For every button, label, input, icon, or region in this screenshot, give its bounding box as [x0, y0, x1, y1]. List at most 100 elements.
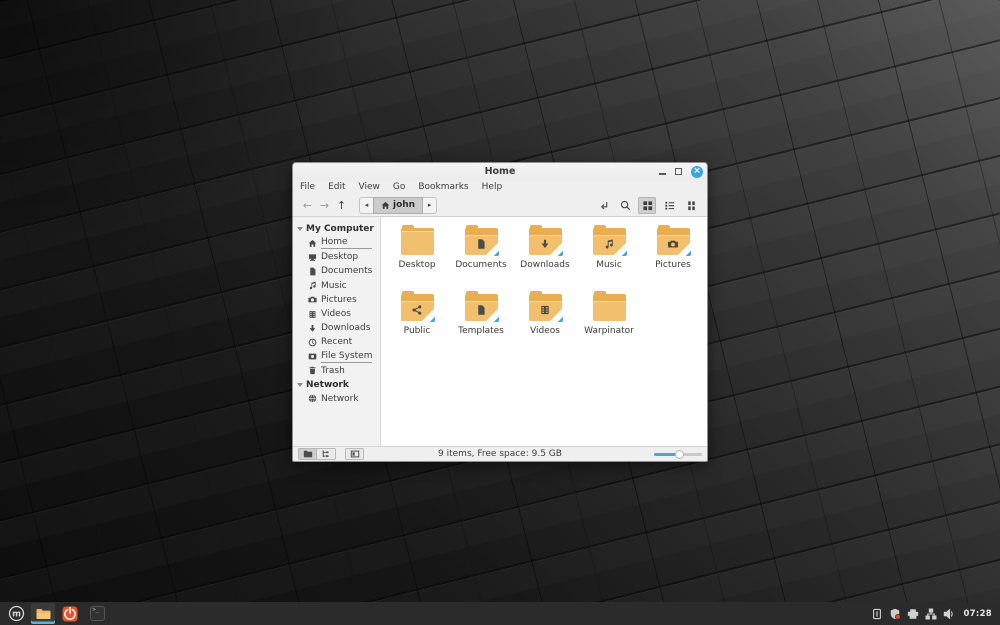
file-view[interactable]: Desktop Documents Downloads Music Pictur…	[381, 217, 707, 446]
compact-view-icon	[686, 200, 697, 211]
sidebar-item-network[interactable]: Network	[293, 392, 380, 406]
back-arrow-icon[interactable]: ←	[299, 199, 316, 212]
toggle-sidebar-icon	[350, 449, 360, 459]
corner-stripe	[549, 242, 563, 256]
up-arrow-icon[interactable]: ↑	[333, 199, 350, 212]
sidebar-item-documents[interactable]: Documents	[293, 264, 380, 278]
file-item-downloads[interactable]: Downloads	[513, 223, 577, 289]
home-icon	[308, 239, 317, 248]
collapse-triangle-icon	[297, 382, 303, 387]
file-label: Templates	[458, 326, 504, 336]
search-button[interactable]	[616, 197, 634, 214]
menu-go[interactable]: Go	[393, 182, 405, 192]
home-icon	[381, 201, 390, 210]
file-item-templates[interactable]: Templates	[449, 289, 513, 355]
corner-stripe	[485, 242, 499, 256]
corner-stripe	[485, 308, 499, 322]
grid-view-button[interactable]	[638, 196, 656, 214]
menu-help[interactable]: Help	[482, 182, 503, 192]
collapse-triangle-icon	[297, 227, 303, 231]
maximize-button[interactable]	[675, 168, 682, 175]
show-places-button[interactable]	[298, 448, 317, 460]
minimize-button[interactable]	[659, 173, 666, 175]
file-item-public[interactable]: Public	[385, 289, 449, 355]
sidebar-item-videos[interactable]: Videos	[293, 307, 380, 321]
sidebar-item-music[interactable]: Music	[293, 279, 380, 293]
document-icon	[308, 267, 317, 276]
toggle-location-bar-button[interactable]	[594, 197, 612, 214]
file-item-music[interactable]: Music	[577, 223, 641, 289]
mint-menu-button[interactable]: m	[4, 602, 28, 625]
list-view-button[interactable]	[660, 197, 678, 214]
menu-view[interactable]: View	[359, 182, 380, 192]
download-icon	[308, 324, 317, 333]
file-item-videos[interactable]: Videos	[513, 289, 577, 355]
breadcrumb: ◂ john ▸	[359, 196, 438, 214]
show-treeview-button[interactable]	[317, 448, 336, 460]
sidebar-section-my-computer[interactable]: My Computer	[293, 222, 380, 236]
menu-bookmarks[interactable]: Bookmarks	[418, 182, 468, 192]
printer-icon[interactable]	[907, 608, 919, 620]
sidebar-item-downloads[interactable]: Downloads	[293, 321, 380, 335]
sidebar-item-label: Pictures	[321, 294, 357, 305]
file-label: Documents	[455, 260, 507, 270]
breadcrumb-prev-icon[interactable]: ◂	[359, 196, 373, 214]
taskbar: m >_ 07:28	[0, 602, 1000, 625]
sidebar-item-recent[interactable]: Recent	[293, 335, 380, 349]
globe-icon	[308, 394, 317, 403]
forward-arrow-icon[interactable]: →	[316, 199, 333, 212]
folder-icon	[400, 225, 434, 255]
system-report-icon[interactable]	[871, 608, 883, 620]
section-label: My Computer	[306, 224, 374, 234]
sidebar-item-label: Desktop	[321, 252, 359, 263]
menu-file[interactable]: File	[300, 182, 315, 192]
breadcrumb-next-icon[interactable]: ▸	[423, 196, 438, 214]
sidebar-item-label: Documents	[321, 266, 373, 277]
sidebar-section-network[interactable]: Network	[293, 378, 380, 392]
sidebar-item-file-system[interactable]: File System	[293, 350, 380, 364]
corner-stripe	[549, 308, 563, 322]
desktop-icon	[308, 253, 317, 262]
list-view-icon	[664, 200, 675, 211]
disk-icon	[308, 352, 317, 361]
zoom-slider[interactable]	[654, 449, 702, 459]
camera-icon	[308, 295, 317, 304]
folder-icon	[528, 291, 563, 322]
film-icon	[308, 310, 317, 319]
sidebar-item-label: Music	[321, 280, 347, 291]
sidebar-item-trash[interactable]: Trash	[293, 364, 380, 378]
titlebar[interactable]: Home ×	[293, 163, 707, 180]
corner-stripe	[677, 242, 691, 256]
toggle-sidebar-button[interactable]	[345, 448, 364, 460]
volume-icon[interactable]	[943, 608, 955, 620]
close-button[interactable]: ×	[691, 165, 703, 178]
window-title: Home	[484, 166, 516, 177]
folder-icon	[528, 225, 563, 256]
file-item-documents[interactable]: Documents	[449, 223, 513, 289]
sidebar-item-desktop[interactable]: Desktop	[293, 250, 380, 264]
breadcrumb-home-button[interactable]: john	[373, 196, 424, 214]
sidebar-item-home[interactable]: Home	[293, 236, 380, 250]
section-label: Network	[306, 379, 349, 390]
taskbar-app-power-orange[interactable]	[58, 603, 82, 624]
slider-handle[interactable]	[675, 449, 684, 459]
sidebar-item-label: Network	[321, 393, 359, 404]
file-item-pictures[interactable]: Pictures	[641, 223, 705, 289]
clock[interactable]: 07:28	[963, 609, 992, 619]
system-tray: 07:28	[871, 608, 996, 620]
file-item-desktop[interactable]: Desktop	[385, 223, 449, 289]
update-shield-icon[interactable]	[889, 608, 902, 620]
sidebar-item-label: File System	[321, 350, 373, 363]
desktop[interactable]: Home × File Edit View Go Bookmarks Help …	[0, 0, 1000, 625]
file-item-warpinator[interactable]: Warpinator	[577, 289, 641, 355]
file-label: Desktop	[398, 260, 436, 270]
menubar: File Edit View Go Bookmarks Help	[293, 180, 707, 194]
menu-edit[interactable]: Edit	[328, 182, 345, 192]
folder-app-icon	[35, 606, 51, 622]
taskbar-app-file-manager[interactable]	[31, 603, 55, 624]
sidebar-item-pictures[interactable]: Pictures	[293, 293, 380, 307]
network-icon[interactable]	[925, 608, 937, 620]
compact-view-button[interactable]	[682, 197, 700, 214]
taskbar-app-terminal[interactable]: >_	[85, 603, 109, 624]
corner-stripe	[613, 242, 627, 256]
